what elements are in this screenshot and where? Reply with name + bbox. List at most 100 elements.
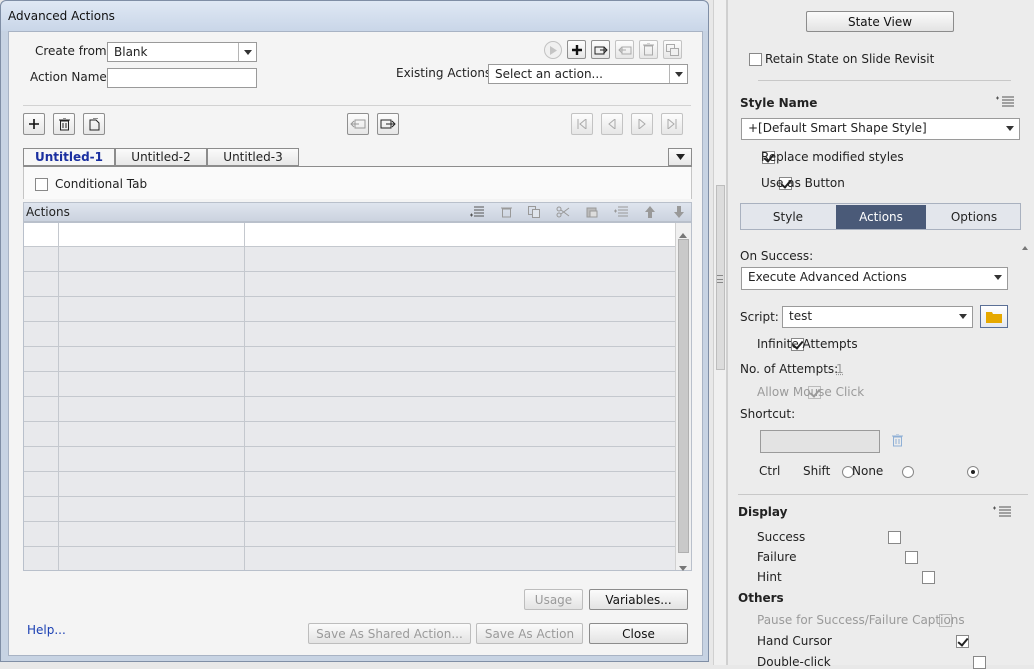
play-icon [550,45,557,55]
replace-styles-label: Replace modified styles [761,150,904,164]
existing-actions-value: Select an action... [495,67,603,81]
double-click-checkbox[interactable] [972,656,986,669]
copy-icon[interactable] [525,204,543,220]
first-tab-button[interactable] [571,113,593,135]
hint-checkbox[interactable] [922,571,936,584]
attempts-value[interactable]: 1 [836,362,844,376]
panel-menu-icon[interactable] [996,96,1014,111]
duplicate-action-button[interactable] [663,40,682,59]
duplicate-decision-button[interactable] [83,113,105,135]
tab-untitled-2[interactable]: Untitled-2 [115,148,207,166]
usage-button[interactable]: Usage [524,589,583,610]
dialog-titlebar[interactable]: Advanced Actions [1,1,708,31]
last-tab-button[interactable] [661,113,683,135]
trash-icon[interactable] [892,433,903,450]
properties-panel: State View Retain State on Slide Revisit… [727,0,1034,669]
previous-icon [608,119,616,129]
action-name-input[interactable] [107,68,257,88]
move-down-icon[interactable] [670,204,688,220]
chevron-down-icon [675,154,685,160]
move-right-icon [380,119,396,129]
dialog-client-area: Create from: Blank Action Name: Existing… [8,31,703,656]
move-up-icon[interactable] [641,204,659,220]
conditional-tab-checkbox[interactable] [35,178,48,191]
dialog-title: Advanced Actions [8,9,115,23]
chevron-down-icon [954,307,972,325]
hand-cursor-label: Hand Cursor [757,634,832,648]
create-from-value: Blank [114,45,148,59]
state-view-button[interactable]: State View [806,11,954,32]
success-checkbox[interactable] [888,531,902,544]
tab-actions[interactable]: Actions [836,205,926,229]
chevron-down-icon [238,43,256,61]
display-menu-icon[interactable] [993,506,1011,521]
save-as-action-button[interactable]: Save As Action [476,623,583,644]
others-heading: Others [738,591,784,605]
attempts-label: No. of Attempts: [740,362,839,376]
next-tab-button[interactable] [631,113,653,135]
on-success-select[interactable]: Execute Advanced Actions [741,267,1008,290]
allow-mouse-click-label: Allow Mouse Click [757,385,865,399]
hint-label: Hint [757,570,782,584]
add-action-button[interactable] [567,40,586,59]
hand-cursor-checkbox[interactable] [955,635,969,648]
first-icon [577,119,587,129]
browse-script-button[interactable] [980,305,1008,328]
use-as-button-label: Use as Button [761,176,845,190]
panel-scroll-up-icon[interactable] [1022,239,1028,253]
tab-untitled-3[interactable]: Untitled-3 [207,148,299,166]
previous-tab-button[interactable] [601,113,623,135]
retain-state-checkbox[interactable] [749,53,762,66]
move-right-button[interactable] [377,113,399,135]
folder-icon [986,312,1002,323]
divider [758,80,1011,81]
failure-checkbox[interactable] [905,551,919,564]
scroll-down-icon[interactable] [679,560,687,574]
save-as-shared-action-button[interactable]: Save As Shared Action... [308,623,471,644]
trash-icon [643,43,654,56]
insert-action-icon[interactable] [468,204,486,220]
existing-actions-select[interactable]: Select an action... [488,64,688,84]
trash-icon[interactable] [497,204,515,220]
move-left-button[interactable] [347,113,369,135]
delete-decision-button[interactable] [53,113,75,135]
chevron-down-icon [1001,119,1019,137]
conditional-tab-label: Conditional Tab [55,177,148,191]
close-button[interactable]: Close [589,623,688,644]
script-select[interactable]: test [782,306,973,328]
preview-play-button[interactable] [544,41,562,59]
next-icon [638,119,646,129]
paste-icon[interactable] [583,204,601,220]
infinite-attempts-label: Infinite Attempts [757,337,858,351]
success-label: Success [757,530,806,544]
shift-radio[interactable] [901,466,914,478]
shift-label: Shift [803,464,831,478]
shortcut-input[interactable] [760,430,880,453]
import-icon [594,46,608,54]
help-link[interactable]: Help... [27,623,66,637]
tabs-menu-button[interactable] [668,148,692,166]
existing-actions-label: Existing Actions: [396,66,496,80]
duplicate-icon [666,43,679,56]
tab-style[interactable]: Style [742,205,834,229]
variables-button[interactable]: Variables... [589,589,688,610]
add-decision-button[interactable] [23,113,45,135]
style-name-select[interactable]: +[Default Smart Shape Style] [741,118,1020,140]
none-radio[interactable] [966,466,979,478]
divider [23,105,691,106]
actions-header-label: Actions [26,205,70,219]
export-action-button[interactable] [615,40,634,59]
grid-scroll-thumb[interactable] [678,239,689,553]
tab-options[interactable]: Options [928,205,1020,229]
grid-scrollbar[interactable] [675,223,691,571]
create-from-select[interactable]: Blank [107,42,257,62]
cut-icon[interactable] [554,204,572,220]
action-name-label: Action Name: [30,70,111,84]
delete-action-button[interactable] [639,40,658,59]
pause-captions-label: Pause for Success/Failure Captions [757,613,965,627]
tab-untitled-1[interactable]: Untitled-1 [23,148,115,166]
insert-row-icon[interactable] [612,204,630,220]
actions-grid-lines [24,223,675,570]
import-action-button[interactable] [591,40,610,59]
stage-scrollbar[interactable] [713,0,727,665]
